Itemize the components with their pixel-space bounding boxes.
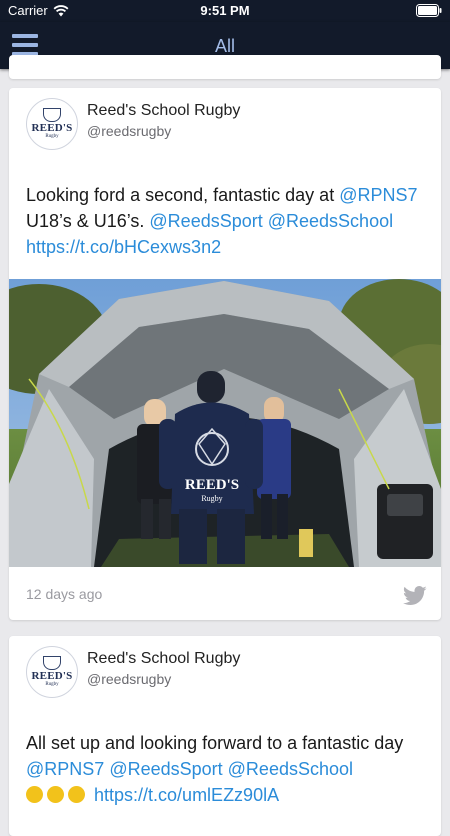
author-name[interactable]: Reed's School Rugby (87, 102, 240, 120)
tweet-timestamp: 12 days ago (26, 586, 103, 602)
crest-icon (43, 108, 61, 122)
sun-emoji-icon (26, 786, 43, 803)
tweet-photo[interactable]: REED'S Rugby (9, 279, 441, 567)
sun-emoji-icon (68, 786, 85, 803)
avatar[interactable]: REED'S Rugby (26, 646, 78, 698)
author-handle[interactable]: @reedsrugby (87, 671, 171, 687)
jersey-subtext: Rugby (201, 494, 222, 503)
mention-link[interactable]: @ReedsSchool (228, 759, 353, 779)
author-name[interactable]: Reed's School Rugby (87, 650, 240, 668)
tweet-text-segment: All set up and looking forward to a fant… (26, 733, 404, 753)
crest-icon (43, 656, 61, 670)
avatar-logo-text: REED'S (31, 122, 73, 134)
mention-link[interactable]: @ReedsSport (149, 211, 262, 231)
jersey-text: REED'S (185, 477, 239, 493)
status-bar: Carrier 9:51 PM (0, 0, 450, 22)
battery-icon (416, 4, 442, 20)
mention-link[interactable]: @RPNS7 (26, 759, 104, 779)
author-handle[interactable]: @reedsrugby (87, 123, 171, 139)
tweet-text-segment: U18’s & U16’s. (26, 211, 150, 231)
sun-emoji-icon (47, 786, 64, 803)
mention-link[interactable]: @RPNS7 (339, 185, 417, 205)
mention-link[interactable]: @ReedsSport (109, 759, 222, 779)
tweet-card-previous[interactable] (9, 55, 441, 79)
avatar-logo-text: REED'S (31, 670, 73, 682)
tweet-text: Looking ford a second, fantastic day at … (26, 182, 427, 260)
tweet-text-segment: Looking ford a second, fantastic day at (26, 185, 340, 205)
avatar-logo-sub: Rugby (45, 682, 59, 687)
mention-link[interactable]: @ReedsSchool (268, 211, 393, 231)
page-title: All (214, 36, 235, 56)
url-link[interactable]: https://t.co/bHCexws3n2 (26, 237, 221, 257)
tweet-card[interactable]: REED'S Rugby Reed's School Rugby @reedsr… (9, 88, 441, 620)
url-link[interactable]: https://t.co/umlEZz90lA (94, 785, 279, 805)
avatar-logo-sub: Rugby (45, 134, 59, 139)
tweet-text: All set up and looking forward to a fant… (26, 730, 427, 808)
avatar[interactable]: REED'S Rugby (26, 98, 78, 150)
tweet-card[interactable]: REED'S Rugby Reed's School Rugby @reedsr… (9, 636, 441, 836)
status-time: 9:51 PM (200, 3, 250, 18)
twitter-bird-icon[interactable] (403, 586, 427, 606)
